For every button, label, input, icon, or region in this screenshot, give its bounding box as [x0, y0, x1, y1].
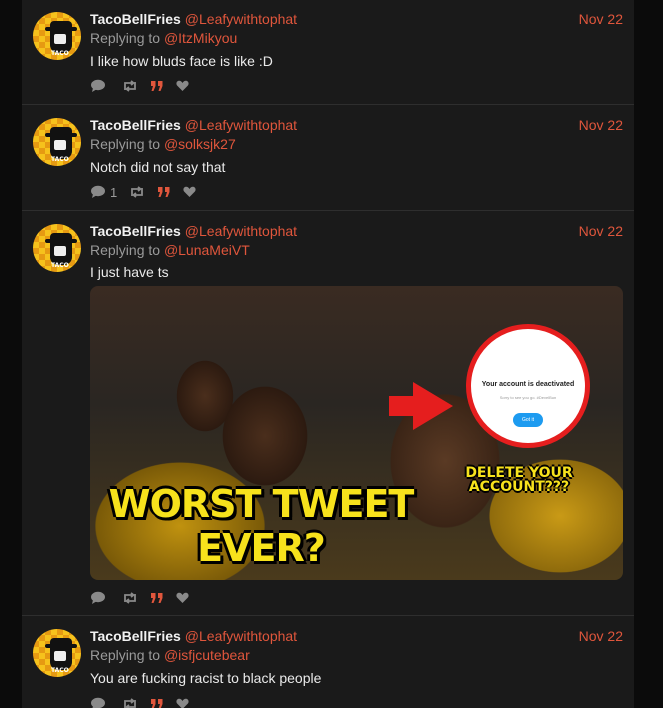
replying-to: Replying to @solksjk27 — [90, 136, 236, 152]
tweet-actions: 1 — [90, 184, 208, 200]
tweet[interactable]: TACO TacoBellFries @Leafywithtophat Nov 2… — [22, 211, 634, 616]
face-graphic — [54, 651, 66, 661]
avatar[interactable]: TACO — [33, 12, 81, 60]
tweet-text: Notch did not say that — [90, 159, 226, 175]
author-handle[interactable]: @Leafywithtophat — [185, 223, 297, 239]
reply-button[interactable]: 1 — [90, 185, 117, 200]
tweet-header: TacoBellFries @Leafywithtophat — [90, 628, 297, 644]
popup-subtitle: Sorry to see you go. #DevelBun — [499, 395, 557, 400]
deactivated-popup-graphic: Your account is deactivated Sorry to see… — [466, 324, 590, 448]
replying-to-handle[interactable]: @solksjk27 — [164, 136, 236, 152]
heart-icon — [183, 186, 196, 197]
popup-button-graphic: Got it — [513, 413, 543, 427]
replying-to: Replying to @LunaMeiVT — [90, 242, 250, 258]
heart-icon — [176, 80, 189, 91]
tweet-text: I like how bluds face is like :D — [90, 53, 273, 69]
tweet-actions — [90, 696, 201, 708]
retweet-button[interactable] — [129, 186, 145, 198]
face-graphic — [54, 140, 66, 150]
avatar-tag: TACO — [51, 667, 69, 674]
replying-label: Replying to — [90, 30, 161, 46]
retweet-button[interactable] — [122, 592, 138, 604]
quote-button[interactable] — [150, 698, 164, 708]
retweet-icon — [124, 592, 136, 604]
quote-icon — [151, 699, 163, 708]
reply-button[interactable] — [90, 697, 110, 708]
tweet-header: TacoBellFries @Leafywithtophat — [90, 117, 297, 133]
tweet-media-image[interactable]: Your account is deactivated Sorry to see… — [90, 286, 623, 580]
tweet-text: You are fucking racist to black people — [90, 670, 322, 686]
replying-to: Replying to @ItzMikyou — [90, 30, 237, 46]
tweet-date[interactable]: Nov 22 — [579, 117, 623, 133]
author-name[interactable]: TacoBellFries — [90, 223, 181, 239]
tweet[interactable]: TACO TacoBellFries @Leafywithtophat Nov 2… — [22, 0, 634, 105]
retweet-icon — [131, 186, 144, 198]
quote-icon — [158, 187, 170, 197]
reply-count: 1 — [110, 184, 118, 200]
like-button[interactable] — [183, 186, 196, 198]
quote-button[interactable] — [150, 592, 164, 604]
red-arrow-graphic — [389, 382, 453, 430]
author-handle[interactable]: @Leafywithtophat — [185, 117, 297, 133]
author-name[interactable]: TacoBellFries — [90, 117, 181, 133]
avatar-tag: TACO — [51, 156, 69, 163]
like-button[interactable] — [176, 592, 189, 604]
tweet-date[interactable]: Nov 22 — [579, 628, 623, 644]
quote-icon — [151, 593, 163, 603]
like-button[interactable] — [176, 698, 189, 708]
timeline-feed: TACO TacoBellFries @Leafywithtophat Nov 2… — [22, 0, 634, 708]
avatar-tag: TACO — [51, 262, 69, 269]
media-caption-side: DELETE YOUR ACCOUNT??? — [465, 465, 573, 495]
avatar-tag: TACO — [51, 50, 69, 57]
tweet-header: TacoBellFries @Leafywithtophat — [90, 223, 297, 239]
avatar[interactable]: TACO — [33, 224, 81, 272]
author-handle[interactable]: @Leafywithtophat — [185, 628, 297, 644]
author-name[interactable]: TacoBellFries — [90, 628, 181, 644]
comment-icon — [91, 697, 105, 708]
comment-icon — [91, 185, 105, 198]
reply-button[interactable] — [90, 79, 110, 93]
avatar[interactable]: TACO — [33, 629, 81, 677]
reply-button[interactable] — [90, 591, 110, 605]
tweet-date[interactable]: Nov 22 — [579, 11, 623, 27]
tweet-actions — [90, 590, 201, 606]
tweet-actions — [90, 78, 201, 94]
like-button[interactable] — [176, 80, 189, 92]
author-handle[interactable]: @Leafywithtophat — [185, 11, 297, 27]
tweet-text: I just have ts — [90, 264, 169, 280]
face-graphic — [54, 246, 66, 256]
replying-to-handle[interactable]: @LunaMeiVT — [164, 242, 250, 258]
replying-to-handle[interactable]: @ItzMikyou — [164, 30, 237, 46]
retweet-button[interactable] — [122, 80, 138, 92]
comment-icon — [91, 79, 105, 92]
face-graphic — [54, 34, 66, 44]
replying-to-handle[interactable]: @isfjcutebear — [164, 647, 250, 663]
author-name[interactable]: TacoBellFries — [90, 11, 181, 27]
tweet-header: TacoBellFries @Leafywithtophat — [90, 11, 297, 27]
comment-icon — [91, 591, 105, 604]
retweet-button[interactable] — [122, 698, 138, 708]
heart-icon — [176, 592, 189, 603]
popup-title: Your account is deactivated — [481, 381, 575, 388]
replying-label: Replying to — [90, 136, 161, 152]
replying-label: Replying to — [90, 242, 161, 258]
heart-icon — [176, 698, 189, 708]
tweet-date[interactable]: Nov 22 — [579, 223, 623, 239]
retweet-icon — [124, 80, 136, 92]
tweet[interactable]: TACO TacoBellFries @Leafywithtophat Nov 2… — [22, 616, 634, 708]
avatar[interactable]: TACO — [33, 118, 81, 166]
retweet-icon — [124, 698, 136, 708]
quote-button[interactable] — [150, 80, 164, 92]
replying-to: Replying to @isfjcutebear — [90, 647, 250, 663]
quote-icon — [151, 81, 163, 91]
quote-button[interactable] — [157, 186, 171, 198]
replying-label: Replying to — [90, 647, 161, 663]
tweet[interactable]: TACO TacoBellFries @Leafywithtophat Nov 2… — [22, 105, 634, 211]
media-caption-main: WORST TWEET EVER? — [108, 482, 415, 570]
